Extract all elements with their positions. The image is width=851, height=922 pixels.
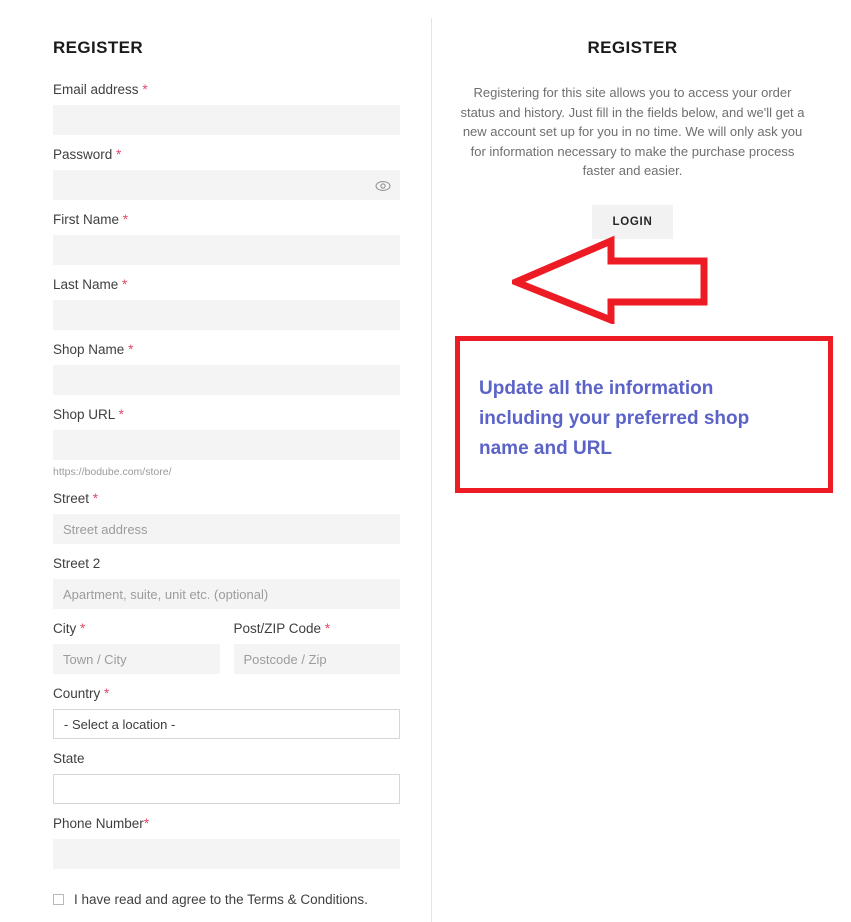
info-panel-title: REGISTER [587,38,678,57]
field-shop-name: Shop Name * [53,341,400,395]
country-select[interactable] [53,709,400,739]
password-input[interactable] [53,170,400,200]
shop-name-input[interactable] [53,365,400,395]
required-marker: * [92,491,99,506]
required-marker: * [324,621,331,636]
register-page: REGISTER Email address * Password * Firs… [0,0,851,922]
shop-url-help-text: https://bodube.com/store/ [53,466,172,478]
shop-url-input[interactable] [53,430,400,460]
required-marker: * [104,686,110,701]
eye-icon[interactable] [375,179,391,191]
password-input-wrapper [53,170,400,200]
required-marker: * [122,277,128,292]
label-post-zip-code: Post/ZIP Code * [233,621,331,636]
page-title: REGISTER [53,38,144,57]
required-marker: * [142,82,148,97]
field-email-address: Email address * [53,81,400,135]
field-state: State [53,750,400,804]
field-city: City * [53,620,220,674]
field-last-name: Last Name * [53,276,400,330]
terms-row[interactable]: I have read and agree to the Terms & Con… [53,891,400,908]
registration-form: REGISTER Email address * Password * Firs… [53,38,400,908]
field-country: Country * [53,685,400,739]
label-phone-number: Phone Number* [53,816,150,831]
field-password: Password * [53,146,400,200]
phone-number-input[interactable] [53,839,400,869]
email-input[interactable] [53,105,400,135]
required-marker: * [118,407,124,422]
terms-label: I have read and agree to the Terms & Con… [74,892,368,907]
label-last-name: Last Name * [53,277,128,292]
field-street: Street * [53,490,400,544]
street-input[interactable] [53,514,400,544]
post-zip-code-input[interactable] [233,644,400,674]
required-marker: * [116,147,122,162]
arrow-annotation-icon [506,232,708,326]
required-marker: * [143,816,150,831]
info-panel-description: Registering for this site allows you to … [460,85,805,178]
required-marker: * [128,342,134,357]
label-city: City * [53,621,86,636]
column-divider [431,18,432,922]
terms-checkbox[interactable] [53,894,64,905]
label-street: Street * [53,491,99,506]
required-marker: * [122,212,129,227]
label-state: State [53,751,85,766]
field-shop-url: Shop URL * https://bodube.com/store/ [53,406,400,479]
label-country: Country * [53,686,110,701]
callout-annotation-text: Update all the information including you… [479,378,750,459]
label-password: Password * [53,147,122,162]
city-input[interactable] [53,644,220,674]
label-street-2: Street 2 [53,556,101,571]
street-2-input[interactable] [53,579,400,609]
required-marker: * [80,621,86,636]
field-phone-number: Phone Number* [53,815,400,869]
field-post-zip-code: Post/ZIP Code * [233,620,400,674]
field-street-2: Street 2 [53,555,400,609]
label-first-name: First Name * [53,212,129,227]
info-panel: REGISTER Registering for this site allow… [455,38,810,239]
label-shop-url: Shop URL * [53,407,124,422]
state-input[interactable] [53,774,400,804]
city-zip-row: City * Post/ZIP Code * [53,620,400,685]
label-shop-name: Shop Name * [53,342,134,357]
callout-annotation-box: Update all the information including you… [455,336,833,493]
first-name-input[interactable] [53,235,400,265]
last-name-input[interactable] [53,300,400,330]
field-first-name: First Name * [53,211,400,265]
label-email-address: Email address * [53,82,148,97]
